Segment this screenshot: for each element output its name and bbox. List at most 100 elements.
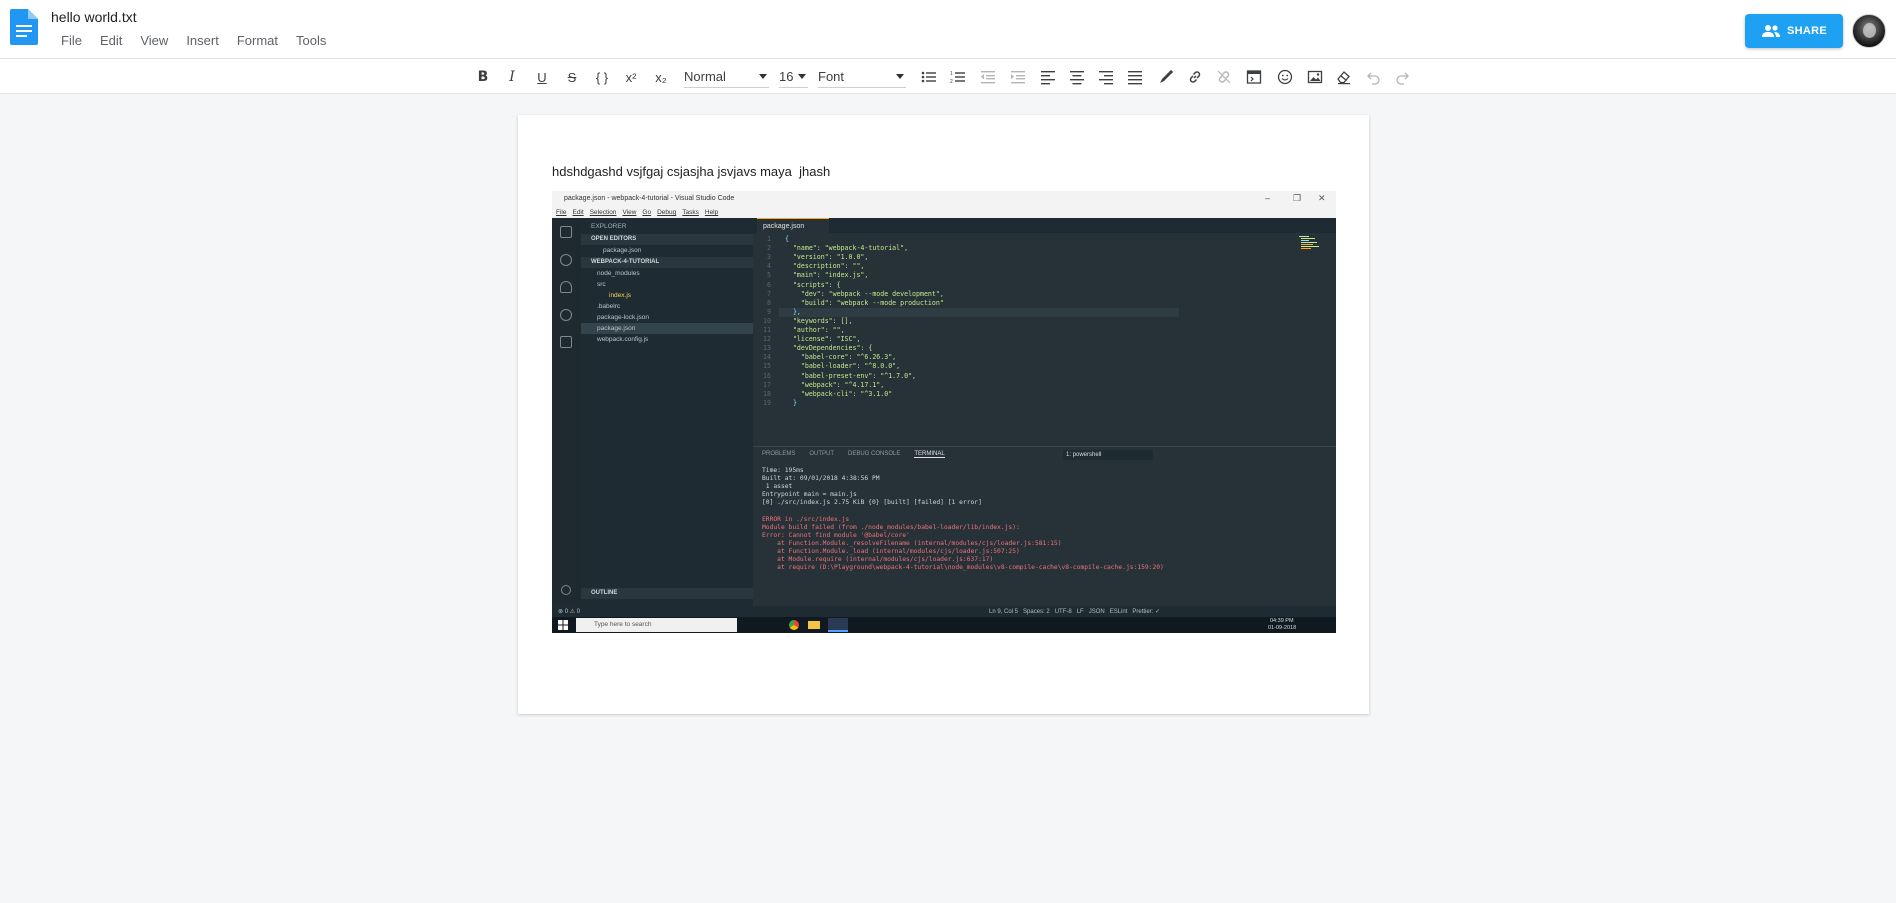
align-center-icon[interactable]: [1068, 67, 1086, 87]
document-text[interactable]: hdshdgashd vsjfgaj csjasjha jsvjavs maya…: [552, 164, 830, 179]
minimize-icon: –: [1265, 193, 1271, 203]
terminal-line: [0] ./src/index.js 2.75 KiB {0} [built] …: [762, 499, 982, 507]
align-justify-icon[interactable]: [1126, 67, 1144, 87]
menu-edit[interactable]: Edit: [91, 31, 131, 50]
tree-item: package-lock.json: [597, 314, 650, 321]
svg-text:2: 2: [950, 79, 953, 85]
terminal-line: at Module.require (internal/modules/cjs/…: [762, 556, 994, 564]
document-icon[interactable]: [10, 9, 38, 45]
menu-tools[interactable]: Tools: [287, 31, 335, 50]
panel-tabs: PROBLEMS OUTPUT DEBUG CONSOLE TERMINAL: [762, 451, 945, 458]
tree-item: webpack.config.js: [597, 336, 649, 343]
source-control-icon: [560, 281, 572, 293]
extensions-icon: [560, 336, 572, 348]
code-line: {: [785, 235, 789, 243]
redo-icon[interactable]: [1393, 67, 1411, 87]
status-info: Ln 9, Col 5 Spaces: 2 UTF-8 LF JSON ESLi…: [989, 609, 1161, 615]
terminal-line: ERROR in ./src/index.js: [762, 515, 850, 523]
paragraph-style-select[interactable]: Normal: [684, 66, 769, 88]
align-left-icon[interactable]: [1039, 67, 1057, 87]
font-family-value: Font: [818, 69, 845, 84]
subscript-button[interactable]: x₂: [651, 67, 671, 87]
vscode-menu-item: Edit: [572, 209, 584, 216]
undo-icon[interactable]: [1365, 67, 1383, 87]
code-line: "devDependencies": {: [785, 344, 873, 353]
menu-insert[interactable]: Insert: [177, 31, 228, 50]
restore-icon: ❐: [1293, 193, 1302, 203]
numbered-list-icon[interactable]: 12: [949, 67, 967, 87]
vscode-menu-item: Debug: [657, 209, 677, 216]
formatting-toolbar: B I U S { } x² x₂ Normal 16 Font 12: [0, 58, 1896, 94]
code-line: "webpack-cli": "^3.1.0": [785, 389, 893, 398]
terminal-line: Error: Cannot find module '@babel/core': [762, 531, 910, 539]
vscode-menu-bar: File Edit Selection View Go Debug Tasks …: [552, 207, 1336, 218]
status-problems: ⊗ 0 ⚠ 0: [558, 609, 581, 615]
underline-button[interactable]: U: [533, 67, 551, 87]
align-right-icon[interactable]: [1097, 67, 1115, 87]
outdent-icon[interactable]: [979, 67, 997, 87]
code-line: "name": "webpack-4-tutorial",: [785, 244, 909, 253]
terminal-line: Time: 195ms: [762, 467, 804, 474]
code-line: "build": "webpack --mode production": [785, 298, 944, 307]
embedded-screenshot-image[interactable]: package.json - webpack-4-tutorial - Visu…: [552, 191, 1336, 633]
chevron-down-icon: [798, 74, 806, 79]
terminal-output: Time: 195ms Built at: 09/01/2018 4:38:56 …: [762, 467, 1164, 572]
table-icon[interactable]: [1245, 67, 1263, 87]
document-title[interactable]: hello world.txt: [51, 9, 137, 25]
line-number: 8: [767, 298, 771, 307]
line-number: 10: [763, 316, 771, 325]
strikethrough-button[interactable]: S: [563, 67, 581, 87]
superscript-button[interactable]: x²: [621, 67, 641, 87]
menu-file[interactable]: File: [52, 31, 91, 50]
vscode-title-bar: package.json - webpack-4-tutorial - Visu…: [552, 191, 1336, 207]
line-number: 11: [763, 326, 771, 334]
bulleted-list-icon[interactable]: [920, 67, 938, 87]
line-number: 13: [763, 344, 771, 353]
chevron-down-icon: [896, 74, 904, 79]
gear-icon: [561, 585, 571, 595]
clock-time: 04:39 PM: [1270, 618, 1294, 624]
document-page[interactable]: hdshdgashd vsjfgaj csjasjha jsvjavs maya…: [518, 115, 1369, 714]
tree-item: index.js: [609, 292, 632, 299]
minimap: [1299, 236, 1319, 249]
terminal-line: at require (D:\Playground\webpack-4-tuto…: [762, 564, 1164, 572]
line-number: 18: [763, 389, 771, 398]
indent-icon[interactable]: [1009, 67, 1027, 87]
debug-icon: [560, 309, 572, 321]
line-number: 7: [767, 289, 771, 298]
link-icon[interactable]: [1186, 67, 1204, 87]
text-color-icon[interactable]: [1157, 67, 1175, 87]
unlink-icon[interactable]: [1215, 67, 1233, 87]
project-heading: WEBPACK-4-TUTORIAL: [581, 257, 753, 268]
terminal-line: 1 asset: [762, 483, 793, 491]
code-block-button[interactable]: { }: [592, 67, 612, 87]
open-editors-heading: OPEN EDITORS: [581, 234, 753, 245]
share-label: SHARE: [1786, 25, 1827, 37]
people-icon: [1761, 25, 1780, 37]
code-line: "webpack": "^4.17.1",: [785, 380, 885, 389]
font-size-select[interactable]: 16: [779, 66, 808, 88]
editor-tab: package.json: [757, 218, 829, 233]
bold-button[interactable]: B: [474, 67, 492, 87]
menu-format[interactable]: Format: [228, 31, 287, 50]
code-line: "keywords": [],: [785, 316, 853, 325]
line-number: 17: [763, 380, 771, 389]
clear-formatting-icon[interactable]: [1335, 67, 1353, 87]
line-number: 9: [767, 307, 771, 316]
menu-view[interactable]: View: [131, 31, 177, 50]
panel-tab: DEBUG CONSOLE: [848, 451, 901, 457]
line-number: 4: [767, 262, 771, 271]
font-family-select[interactable]: Font: [818, 66, 906, 88]
tree-item: .babelrc: [597, 303, 621, 310]
image-icon[interactable]: [1306, 67, 1324, 87]
line-number: 12: [763, 335, 771, 344]
line-number: 15: [763, 362, 771, 371]
taskbar-search: Type here to search: [576, 618, 737, 632]
code-line: "license": "ISC",: [785, 335, 861, 344]
italic-button[interactable]: I: [503, 67, 521, 87]
avatar[interactable]: [1852, 14, 1886, 48]
panel-tab: PROBLEMS: [762, 451, 796, 457]
share-button[interactable]: SHARE: [1745, 14, 1843, 48]
emoji-icon[interactable]: [1276, 67, 1294, 87]
clock-date: 01-09-2018: [1268, 625, 1297, 631]
